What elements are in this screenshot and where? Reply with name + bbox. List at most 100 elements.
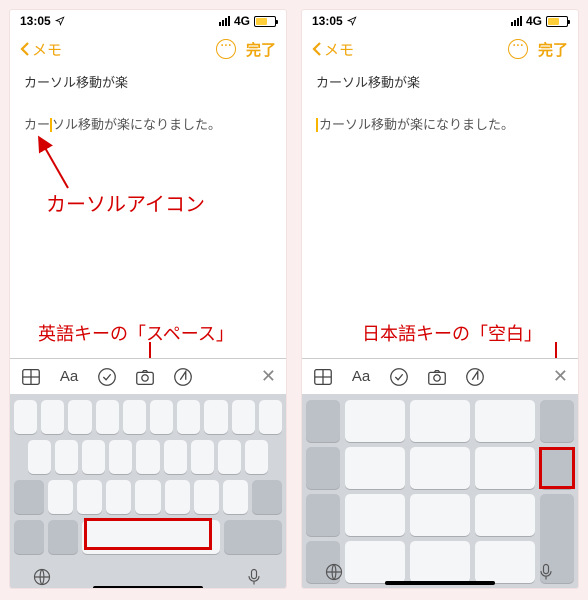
key[interactable] [164,440,187,474]
checklist-icon[interactable] [96,366,118,388]
status-time-group: 13:05 [20,14,65,28]
key[interactable] [245,440,268,474]
note-body[interactable]: カーソル移動が楽になりました。 [10,101,286,150]
key[interactable] [259,400,282,434]
arrow-key[interactable] [306,447,340,489]
key[interactable] [68,400,91,434]
status-right: 4G [219,14,276,28]
key[interactable] [82,440,105,474]
phone-right: 13:05 4G メモ 完了 カーソル移動が楽 カーソル移動が楽になりました。 … [302,10,578,588]
battery-icon [546,16,568,27]
status-time-group: 13:05 [312,14,357,28]
key[interactable] [123,400,146,434]
delete-key[interactable] [252,480,282,514]
key[interactable] [136,440,159,474]
nav-bar: メモ 完了 [10,32,286,66]
markup-icon[interactable] [172,366,194,388]
number-key[interactable] [14,520,44,554]
note-title[interactable]: カーソル移動が楽 [302,66,578,101]
home-indicator[interactable] [93,586,203,588]
emoji-key[interactable] [48,520,78,554]
keyboard-japanese[interactable] [302,394,578,588]
key[interactable] [14,400,37,434]
kana-key[interactable] [345,400,405,442]
key[interactable] [96,400,119,434]
more-button[interactable] [216,39,236,59]
key[interactable] [191,440,214,474]
key[interactable] [232,400,255,434]
key[interactable] [135,480,160,514]
kana-key[interactable] [475,400,535,442]
kana-key[interactable] [410,447,470,489]
status-bar: 13:05 4G [302,10,578,32]
key[interactable] [106,480,131,514]
text-format-button[interactable]: Aa [350,366,372,388]
shift-key[interactable] [14,480,44,514]
status-time: 13:05 [20,14,51,28]
back-button[interactable]: メモ [20,39,62,60]
mic-icon[interactable] [244,567,264,587]
note-body[interactable]: カーソル移動が楽になりました。 [302,101,578,150]
key[interactable] [28,440,51,474]
checklist-icon[interactable] [388,366,410,388]
location-icon [347,16,357,26]
keyboard-bottom-bar [306,555,574,588]
return-key[interactable] [224,520,282,554]
done-button[interactable]: 完了 [538,39,568,60]
key[interactable] [55,440,78,474]
key[interactable] [204,400,227,434]
key[interactable] [109,440,132,474]
text-format-button[interactable]: Aa [58,366,80,388]
key[interactable] [194,480,219,514]
key[interactable] [165,480,190,514]
kana-key[interactable] [410,494,470,536]
key[interactable] [218,440,241,474]
key[interactable] [150,400,173,434]
kana-key[interactable] [345,447,405,489]
table-icon[interactable] [20,366,42,388]
camera-icon[interactable] [134,366,156,388]
keyboard-bottom-bar [14,560,282,588]
key[interactable] [77,480,102,514]
body-text: カーソル移動が楽になりました。 [319,117,514,132]
english-space-label: 英語キーの「スペース」 [38,320,234,346]
mode-key[interactable] [306,494,340,536]
close-toolbar-icon[interactable]: ✕ [261,366,276,387]
delete-key[interactable] [540,400,574,442]
network-label: 4G [234,14,250,28]
key[interactable] [177,400,200,434]
kuuhaku-key[interactable] [540,447,574,489]
close-toolbar-icon[interactable]: ✕ [553,366,568,387]
key[interactable] [223,480,248,514]
signal-icon [511,16,522,26]
key[interactable] [41,400,64,434]
format-toolbar: Aa ✕ [10,358,286,394]
nav-bar: メモ 完了 [302,32,578,66]
kana-key[interactable] [475,447,535,489]
location-icon [55,16,65,26]
key[interactable] [48,480,73,514]
format-toolbar: Aa ✕ [302,358,578,394]
done-button[interactable]: 完了 [246,39,276,60]
chevron-left-icon [312,41,322,57]
table-icon[interactable] [312,366,334,388]
mic-icon[interactable] [536,562,556,582]
markup-icon[interactable] [464,366,486,388]
cursor-annotation-label: カーソルアイコン [46,188,205,217]
globe-icon[interactable] [32,567,52,587]
camera-icon[interactable] [426,366,448,388]
kana-key[interactable] [410,400,470,442]
keyboard-english[interactable] [10,394,286,588]
text-cursor [316,118,318,132]
kana-key[interactable] [345,494,405,536]
battery-icon [254,16,276,27]
home-indicator[interactable] [385,581,495,585]
back-button[interactable]: メモ [312,39,354,60]
space-key[interactable] [82,520,220,554]
arrow-key[interactable] [306,400,340,442]
more-button[interactable] [508,39,528,59]
globe-icon[interactable] [324,562,344,582]
note-title[interactable]: カーソル移動が楽 [10,66,286,101]
network-label: 4G [526,14,542,28]
kana-key[interactable] [475,494,535,536]
